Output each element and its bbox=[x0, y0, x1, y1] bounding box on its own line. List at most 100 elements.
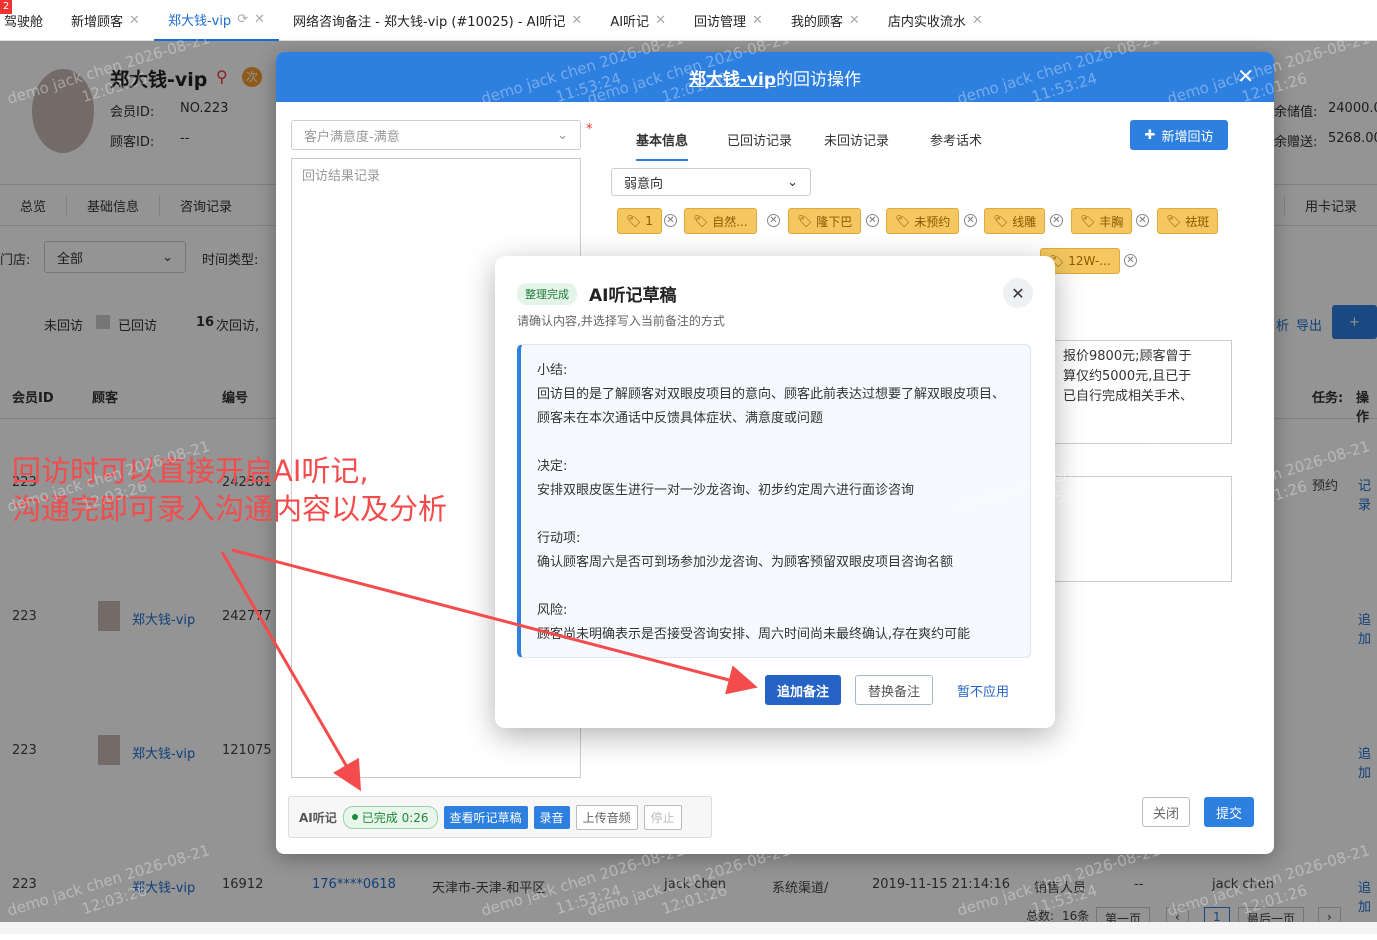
status-badge: 整理完成 bbox=[517, 283, 577, 305]
tab-customer-detail[interactable]: 郑大钱-vip ⟳ ✕ bbox=[153, 0, 279, 41]
note-textarea-2[interactable] bbox=[1052, 476, 1232, 582]
skip-button[interactable]: 暂不应用 bbox=[947, 675, 1019, 705]
followup-modal-header: 郑大钱-vip 的回访操作 bbox=[276, 52, 1274, 102]
ai-status-badge: 已完成 0:26 bbox=[342, 805, 438, 829]
close-icon[interactable]: ✕ bbox=[254, 12, 265, 27]
remove-tag-icon[interactable]: ✕ bbox=[767, 214, 780, 227]
satisfaction-value: 客户满意度-满意 bbox=[304, 129, 400, 145]
tab-store-income[interactable]: 店内实收流水 ✕ bbox=[874, 0, 997, 41]
tab-consult-note[interactable]: 网络咨询备注 - 郑大钱-vip (#10025) - AI听记 ✕ bbox=[279, 0, 596, 41]
note-textarea[interactable]: 报价9800元;顾客曾于 算仅约5000元,且已于 已自行完成相关手术、 bbox=[1052, 340, 1232, 444]
tab-reference-scripts[interactable]: 参考话术 bbox=[930, 130, 982, 149]
bottom-strip bbox=[0, 922, 1377, 934]
tab-followup[interactable]: 回访管理 ✕ bbox=[680, 0, 777, 41]
upload-audio-button[interactable]: 上传音频 bbox=[575, 804, 638, 830]
draft-actions: 追加备注 替换备注 暂不应用 bbox=[765, 675, 1019, 705]
section-heading: 风险: bbox=[537, 603, 568, 618]
tag-chip[interactable]: 🏷 隆下巴 bbox=[788, 208, 862, 234]
tab-label: 我的顾客 bbox=[790, 14, 843, 30]
notification-badge: 2 bbox=[0, 0, 12, 14]
result-placeholder: 回访结果记录 bbox=[302, 169, 381, 184]
tab-my-customers[interactable]: 我的顾客 ✕ bbox=[777, 0, 874, 41]
tab-label: 新增顾客 bbox=[71, 14, 124, 30]
tag-label: 12W-... bbox=[1068, 254, 1111, 268]
ai-draft-modal: 整理完成 AI听记草稿 请确认内容,并选择写入当前备注的方式 ✕ 小结: 回访目… bbox=[495, 256, 1055, 728]
tag-icon: 🏷 bbox=[797, 214, 813, 228]
tag-icon: 🏷 bbox=[1080, 214, 1096, 228]
close-icon[interactable]: ✕ bbox=[1237, 64, 1254, 88]
section-heading: 小结: bbox=[537, 363, 568, 378]
remove-tag-icon[interactable]: ✕ bbox=[964, 214, 977, 227]
replace-note-button[interactable]: 替换备注 bbox=[855, 675, 933, 705]
remove-tag-icon[interactable]: ✕ bbox=[1124, 254, 1137, 267]
tag-label: 祛斑 bbox=[1185, 214, 1210, 229]
section-heading: 行动项: bbox=[537, 531, 581, 546]
tab-label: 网络咨询备注 - 郑大钱-vip (#10025) - AI听记 bbox=[293, 14, 566, 30]
tag-label: 丰胸 bbox=[1099, 214, 1124, 229]
close-icon[interactable]: ✕ bbox=[571, 13, 582, 28]
tab-new-customer[interactable]: 新增顾客 ✕ bbox=[57, 0, 154, 41]
plus-icon: ✚ bbox=[1144, 127, 1156, 143]
tab-label: 回访管理 bbox=[693, 14, 746, 30]
stop-button[interactable]: 停止 bbox=[643, 804, 682, 830]
tab-ai-listen[interactable]: AI听记 ✕ bbox=[596, 0, 680, 41]
tag-label: 线雕 bbox=[1012, 214, 1037, 229]
close-button[interactable]: 关闭 bbox=[1142, 797, 1190, 827]
ai-listen-bar: AI听记 已完成 0:26 查看听记草稿 录音 上传音频 停止 bbox=[288, 796, 712, 838]
remove-tag-icon[interactable]: ✕ bbox=[1136, 214, 1149, 227]
view-draft-button[interactable]: 查看听记草稿 bbox=[443, 805, 528, 829]
tag-chip[interactable]: 🏷 线雕 bbox=[984, 208, 1046, 234]
section-text: 回访目的是了解顾客对双眼皮项目的意向、顾客此前表达过想要了解双眼皮项目、顾客未在… bbox=[537, 387, 1006, 426]
remove-tag-icon[interactable]: ✕ bbox=[1050, 214, 1063, 227]
tag-label: 未预约 bbox=[914, 214, 951, 229]
tab-label: 店内实收流水 bbox=[887, 14, 966, 30]
tab-visited-records[interactable]: 已回访记录 bbox=[727, 130, 792, 149]
tag-chip[interactable]: 🏷 丰胸 bbox=[1071, 208, 1133, 234]
tab-unvisited-records[interactable]: 未回访记录 bbox=[824, 130, 889, 149]
tag-chip[interactable]: 🏷 自然... bbox=[684, 208, 757, 234]
close-icon[interactable]: ✕ bbox=[752, 13, 763, 28]
remove-tag-icon[interactable]: ✕ bbox=[866, 214, 879, 227]
chevron-down-icon: ⌄ bbox=[557, 127, 568, 143]
tag-chip[interactable]: 🏷 祛斑 bbox=[1157, 208, 1219, 234]
tag-icon: 🏷 bbox=[626, 214, 642, 228]
tag-chip[interactable]: 🏷 1 bbox=[617, 208, 662, 234]
section-text: 确认顾客周六是否可到场参加沙龙咨询、为顾客预留双眼皮项目咨询名额 bbox=[537, 555, 954, 570]
annotation-line: 回访时可以直接开启AI听记, bbox=[12, 454, 369, 488]
tab-label: AI听记 bbox=[610, 14, 650, 30]
tag-icon: 🏷 bbox=[895, 214, 911, 228]
status-dot-icon bbox=[351, 814, 358, 820]
close-icon[interactable]: ✕ bbox=[655, 13, 666, 28]
add-followup-button[interactable]: ✚ 新增回访 bbox=[1130, 120, 1228, 150]
section-text: 安排双眼皮医生进行一对一沙龙咨询、初步约定周六进行面诊咨询 bbox=[537, 483, 915, 498]
append-note-button[interactable]: 追加备注 bbox=[765, 675, 841, 705]
browser-tab-bar: 2 驾驶舱 新增顾客 ✕ 郑大钱-vip ⟳ ✕ 网络咨询备注 - 郑大钱-vip (… bbox=[0, 0, 1377, 41]
close-icon[interactable]: ✕ bbox=[849, 13, 860, 28]
close-icon[interactable]: ✕ bbox=[1003, 278, 1033, 308]
tag-label: 自然... bbox=[712, 214, 748, 229]
chevron-down-icon: ⌄ bbox=[787, 174, 798, 190]
draft-content[interactable]: 小结: 回访目的是了解顾客对双眼皮项目的意向、顾客此前表达过想要了解双眼皮项目、… bbox=[517, 344, 1031, 658]
section-text: 顾客尚未明确表示是否接受咨询安排、周六时间尚未最终确认,存在爽约可能 bbox=[537, 627, 971, 642]
intent-select[interactable]: 弱意向 ⌄ bbox=[611, 168, 811, 196]
annotation-line: 沟通完即可录入沟通内容以及分析 bbox=[12, 492, 448, 526]
intent-value: 弱意向 bbox=[624, 176, 664, 192]
record-button[interactable]: 录音 bbox=[533, 805, 570, 829]
tag-icon: 🏷 bbox=[993, 214, 1009, 228]
tab-basic-info[interactable]: 基本信息 bbox=[636, 130, 689, 161]
followup-title-name[interactable]: 郑大钱-vip bbox=[689, 65, 776, 90]
ai-status-text: 已完成 0:26 bbox=[361, 810, 429, 825]
satisfaction-select[interactable]: 客户满意度-满意 ⌄ bbox=[291, 120, 581, 150]
tag-icon: 🏷 bbox=[1166, 214, 1182, 228]
submit-button[interactable]: 提交 bbox=[1204, 797, 1254, 827]
close-icon[interactable]: ✕ bbox=[129, 13, 140, 28]
followup-title-suffix: 的回访操作 bbox=[776, 69, 862, 90]
add-followup-label: 新增回访 bbox=[1161, 129, 1214, 145]
draft-subtitle: 请确认内容,并选择写入当前备注的方式 bbox=[517, 314, 725, 328]
close-icon[interactable]: ✕ bbox=[972, 13, 983, 28]
draft-title: AI听记草稿 bbox=[589, 286, 677, 306]
tag-label: 1 bbox=[645, 214, 653, 228]
remove-tag-icon[interactable]: ✕ bbox=[664, 214, 677, 227]
refresh-icon[interactable]: ⟳ bbox=[237, 12, 248, 27]
tag-chip[interactable]: 🏷 未预约 bbox=[886, 208, 960, 234]
